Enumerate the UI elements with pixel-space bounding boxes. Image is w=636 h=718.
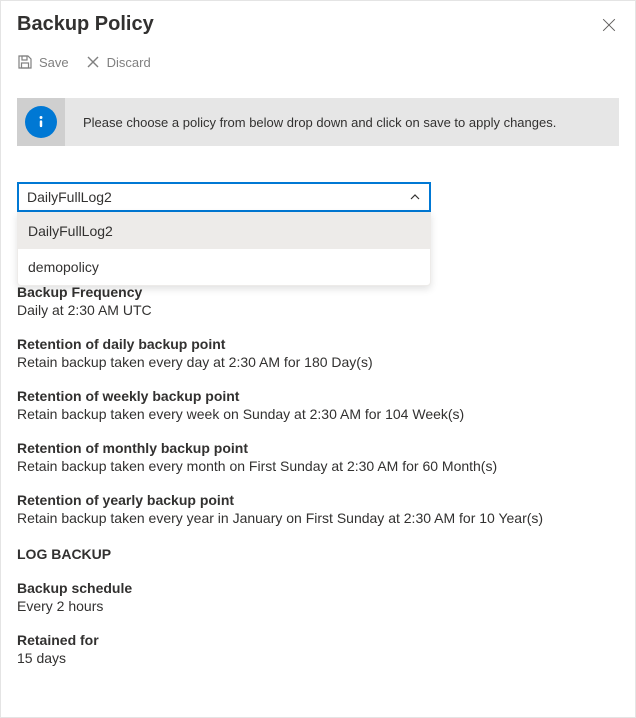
content-area: Please choose a policy from below drop d… — [1, 98, 635, 666]
yearly-retention-value: Retain backup taken every year in Januar… — [17, 510, 619, 526]
yearly-retention-heading: Retention of yearly backup point — [17, 492, 619, 508]
discard-label: Discard — [107, 55, 151, 70]
save-button[interactable]: Save — [17, 54, 69, 70]
log-backup-heading: LOG BACKUP — [17, 546, 619, 562]
weekly-retention-value: Retain backup taken every week on Sunday… — [17, 406, 619, 422]
info-bar: Please choose a policy from below drop d… — [17, 98, 619, 146]
discard-button[interactable]: Discard — [85, 54, 151, 70]
close-icon — [599, 15, 619, 35]
discard-icon — [85, 54, 101, 70]
info-icon — [25, 106, 57, 138]
retained-for-heading: Retained for — [17, 632, 619, 648]
retained-for-value: 15 days — [17, 650, 619, 666]
backup-frequency-value: Daily at 2:30 AM UTC — [17, 302, 619, 318]
info-message: Please choose a policy from below drop d… — [65, 115, 574, 130]
toolbar: Save Discard — [1, 44, 635, 84]
daily-retention-heading: Retention of daily backup point — [17, 336, 619, 352]
dropdown-option[interactable]: demopolicy — [18, 249, 430, 285]
monthly-retention-heading: Retention of monthly backup point — [17, 440, 619, 456]
dropdown-field[interactable]: DailyFullLog2 — [17, 182, 431, 212]
info-icon-wrap — [17, 98, 65, 146]
daily-retention-value: Retain backup taken every day at 2:30 AM… — [17, 354, 619, 370]
page-title: Backup Policy — [17, 13, 154, 36]
dropdown-selected-value: DailyFullLog2 — [27, 189, 112, 205]
dropdown-option[interactable]: DailyFullLog2 — [18, 213, 430, 249]
close-button[interactable] — [599, 15, 619, 35]
save-label: Save — [39, 55, 69, 70]
backup-frequency-heading: Backup Frequency — [17, 284, 619, 300]
policy-details: Backup Frequency Daily at 2:30 AM UTC Re… — [17, 284, 619, 666]
dropdown-list: DailyFullLog2 demopolicy — [17, 212, 431, 286]
backup-schedule-value: Every 2 hours — [17, 598, 619, 614]
panel-header: Backup Policy — [1, 1, 635, 44]
save-icon — [17, 54, 33, 70]
policy-dropdown[interactable]: DailyFullLog2 DailyFullLog2 demopolicy — [17, 182, 431, 212]
weekly-retention-heading: Retention of weekly backup point — [17, 388, 619, 404]
monthly-retention-value: Retain backup taken every month on First… — [17, 458, 619, 474]
chevron-up-icon — [409, 191, 421, 203]
backup-schedule-heading: Backup schedule — [17, 580, 619, 596]
